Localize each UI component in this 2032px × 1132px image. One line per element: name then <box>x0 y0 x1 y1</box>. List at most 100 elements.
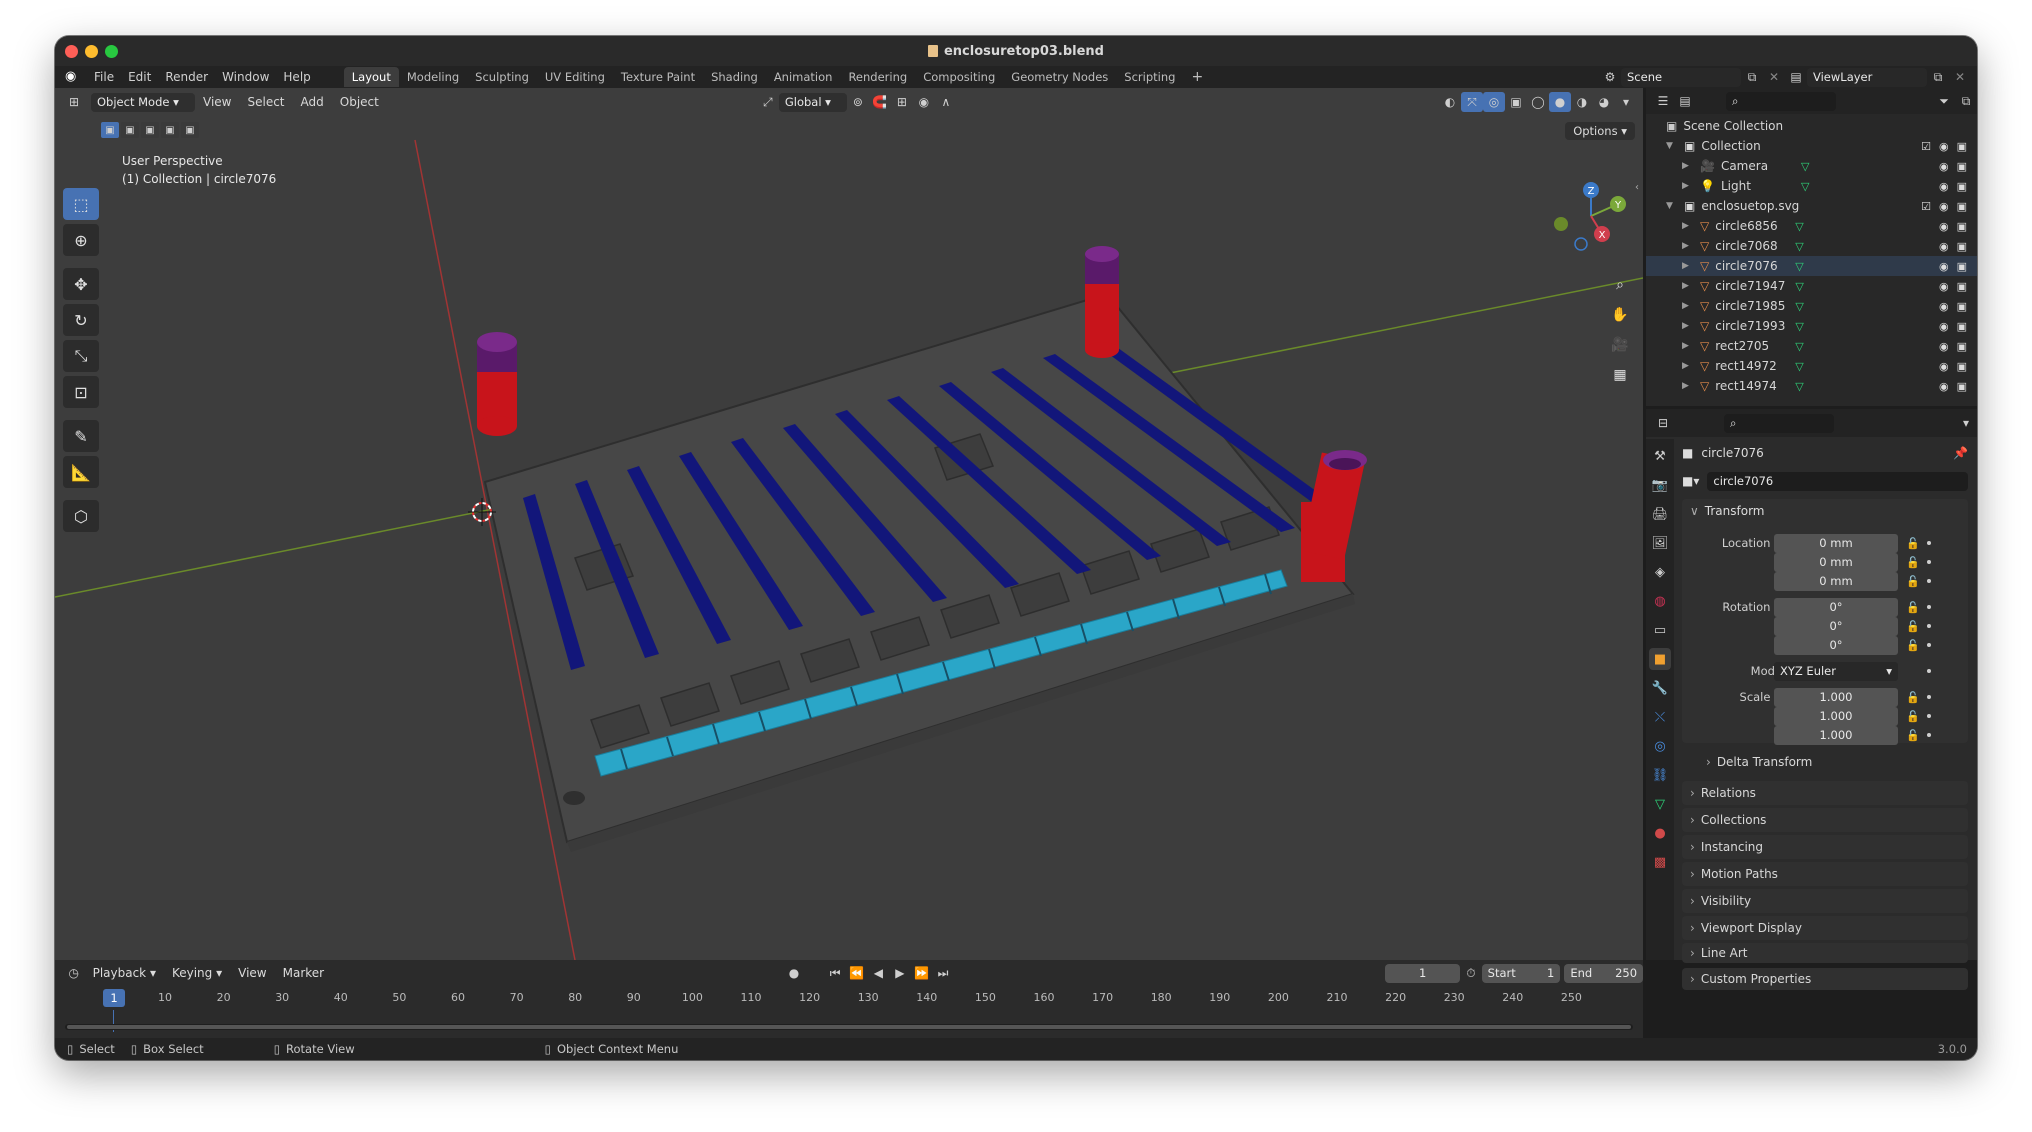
new-scene-icon[interactable]: ⧉ <box>1741 67 1763 87</box>
view-layer-icon[interactable]: ▤ <box>1785 67 1807 87</box>
render-camera-icon[interactable]: ▣ <box>1957 200 1967 213</box>
ortho-grid-icon[interactable]: ▦ <box>1607 362 1633 388</box>
eye-icon[interactable]: ◉ <box>1939 180 1949 193</box>
eye-icon[interactable]: ◉ <box>1939 220 1949 233</box>
viewport-display-panel[interactable]: › Viewport Display <box>1682 916 1968 940</box>
sidebar-toggle-icon[interactable]: ‹ <box>1635 182 1639 193</box>
close-window-button[interactable] <box>65 45 78 58</box>
pin-icon[interactable]: 📌 <box>1953 446 1968 460</box>
annotate-tool-icon[interactable]: ✎ <box>63 420 99 452</box>
eye-icon[interactable]: ◉ <box>1939 300 1949 313</box>
outliner-item[interactable]: ▶ 💡 Light ▽ ◉ ▣ <box>1646 176 1977 196</box>
keyframe-dot-icon[interactable] <box>1927 541 1931 545</box>
render-camera-icon[interactable]: ▣ <box>1957 300 1967 313</box>
playhead-marker[interactable]: 1 <box>103 989 125 1007</box>
tab-geometry-nodes[interactable]: Geometry Nodes <box>1003 67 1116 87</box>
outliner-item[interactable]: ▶ ▽ circle71985 ▽ ◉ ▣ <box>1646 296 1977 316</box>
collapse-arrow-icon[interactable]: ▶ <box>1682 221 1696 231</box>
keyframe-dot-icon[interactable] <box>1927 669 1931 673</box>
jump-start-icon[interactable]: ⏮ <box>824 963 846 983</box>
motion-paths-panel[interactable]: › Motion Paths <box>1682 862 1968 886</box>
properties-search-input[interactable]: ⌕ <box>1724 413 1834 433</box>
texture-tab-icon[interactable]: ▩ <box>1649 851 1671 873</box>
outliner-item[interactable]: ▶ 🎥 Camera ▽ ◉ ▣ <box>1646 156 1977 176</box>
zoom-icon[interactable]: ⌕ <box>1607 272 1633 298</box>
eye-icon[interactable]: ◉ <box>1939 380 1949 393</box>
camera-view-icon[interactable]: 🎥 <box>1607 332 1633 358</box>
solid-shading-icon[interactable]: ● <box>1549 92 1571 112</box>
tool-tab-icon[interactable]: ⚒ <box>1649 445 1671 467</box>
collapse-arrow-icon[interactable]: ▶ <box>1682 321 1696 331</box>
viewport-menu-add[interactable]: Add <box>293 95 332 109</box>
add-workspace-icon[interactable]: + <box>1183 66 1211 88</box>
collapse-arrow-icon[interactable]: ▶ <box>1682 281 1696 291</box>
view-layer-field[interactable]: ViewLayer <box>1807 67 1927 87</box>
jump-end-icon[interactable]: ⏭ <box>932 963 954 983</box>
data-tab-icon[interactable]: ▽ <box>1649 793 1671 815</box>
eye-icon[interactable]: ◉ <box>1939 260 1949 273</box>
instancing-panel[interactable]: › Instancing <box>1682 835 1968 859</box>
collapse-arrow-icon[interactable]: ▶ <box>1682 341 1696 351</box>
tab-modeling[interactable]: Modeling <box>399 67 467 87</box>
scale-x-field[interactable]: 1.000 <box>1774 687 1898 707</box>
properties-options-icon[interactable]: ▾ <box>1955 413 1977 433</box>
object-browse-icon[interactable]: ■▾ <box>1682 474 1699 488</box>
mesh-data-icon[interactable]: ▽ <box>1795 360 1803 373</box>
eye-icon[interactable]: ◉ <box>1939 240 1949 253</box>
pan-hand-icon[interactable]: ✋ <box>1607 302 1633 328</box>
frame-ruler[interactable]: 1 10 20 30 40 50 60 70 80 90 100 110 120 130 140 150 16… <box>55 988 1643 1010</box>
display-mode-icon[interactable]: ▤ <box>1674 91 1696 111</box>
mesh-data-icon[interactable]: ▽ <box>1795 220 1803 233</box>
render-camera-icon[interactable]: ▣ <box>1957 220 1967 233</box>
gizmo-toggle-icon[interactable]: ⤧ <box>1461 92 1483 112</box>
menu-edit[interactable]: Edit <box>121 70 158 84</box>
object-name-field[interactable]: circle7076 <box>1707 471 1968 491</box>
record-icon[interactable]: ● <box>783 963 805 983</box>
keyframe-dot-icon[interactable] <box>1927 714 1931 718</box>
rotation-y-field[interactable]: 0° <box>1774 616 1898 636</box>
current-frame-field[interactable]: 1 <box>1385 963 1461 983</box>
prev-keyframe-icon[interactable]: ⏪ <box>846 963 868 983</box>
tab-texture-paint[interactable]: Texture Paint <box>613 67 703 87</box>
end-frame-field[interactable]: End 250 <box>1564 963 1644 983</box>
rotation-mode-select[interactable]: XYZ Euler ▾ <box>1774 661 1898 681</box>
select-new-icon[interactable]: ▣ <box>101 122 119 138</box>
keyframe-dot-icon[interactable] <box>1927 605 1931 609</box>
scale-y-field[interactable]: 1.000 <box>1774 706 1898 726</box>
move-tool-icon[interactable]: ✥ <box>63 268 99 300</box>
material-shading-icon[interactable]: ◑ <box>1571 92 1593 112</box>
select-subtract-icon[interactable]: ▣ <box>141 122 159 138</box>
outliner-item[interactable]: ▶ ▽ circle6856 ▽ ◉ ▣ <box>1646 216 1977 236</box>
outliner-editor-icon[interactable]: ☰ <box>1652 91 1674 111</box>
lock-icon[interactable]: 🔓 <box>1906 575 1920 588</box>
measure-tool-icon[interactable]: 📐 <box>63 456 99 488</box>
next-keyframe-icon[interactable]: ⏩ <box>911 963 933 983</box>
lock-icon[interactable]: 🔓 <box>1906 537 1920 550</box>
scale-tool-icon[interactable]: ⤡ <box>63 340 99 372</box>
wireframe-shading-icon[interactable]: ◯ <box>1527 92 1549 112</box>
light-data-icon[interactable]: ▽ <box>1801 180 1809 193</box>
delete-view-layer-icon[interactable]: ✕ <box>1949 67 1971 87</box>
location-z-field[interactable]: 0 mm <box>1774 571 1898 591</box>
pivot-icon[interactable]: ⊚ <box>847 92 869 112</box>
cursor-tool-icon[interactable]: ⊕ <box>63 224 99 256</box>
collapse-arrow-icon[interactable]: ▶ <box>1682 261 1696 271</box>
viewport-menu-view[interactable]: View <box>195 95 239 109</box>
lock-icon[interactable]: 🔓 <box>1906 691 1920 704</box>
relations-panel[interactable]: › Relations <box>1682 781 1968 805</box>
delta-transform-subpanel[interactable]: › Delta Transform <box>1706 755 1812 769</box>
viewport-menu-select[interactable]: Select <box>239 95 292 109</box>
material-tab-icon[interactable]: ● <box>1649 822 1671 844</box>
collapse-arrow-icon[interactable]: ▶ <box>1682 241 1696 251</box>
keyframe-dot-icon[interactable] <box>1927 624 1931 628</box>
render-tab-icon[interactable]: 📷 <box>1649 474 1671 496</box>
outliner-item[interactable]: ▼ ▣ enclosuetop.svg ☑ ◉ ▣ <box>1646 196 1977 216</box>
scene-collection-row[interactable]: ▣ Scene Collection <box>1646 116 1977 136</box>
include-checkbox[interactable]: ☑ <box>1921 200 1931 213</box>
stopwatch-icon[interactable]: ⏱ <box>1460 963 1482 983</box>
playback-menu[interactable]: Playback ▾ <box>85 966 164 980</box>
custom-properties-panel[interactable]: › Custom Properties <box>1682 968 1968 990</box>
collapse-arrow-icon[interactable]: ▶ <box>1682 301 1696 311</box>
menu-help[interactable]: Help <box>276 70 317 84</box>
keyframe-dot-icon[interactable] <box>1927 643 1931 647</box>
